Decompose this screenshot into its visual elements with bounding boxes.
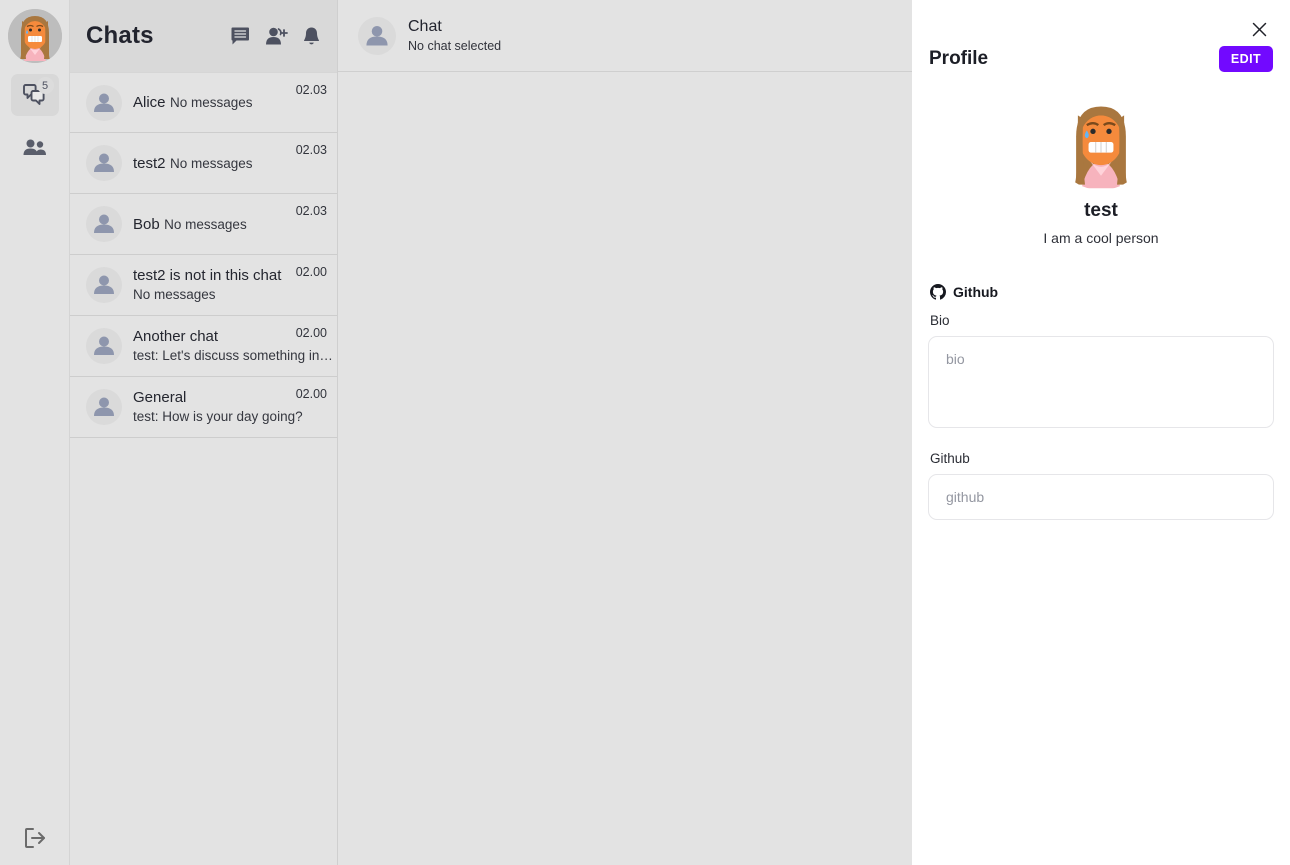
chat-time: 02.03	[295, 83, 327, 97]
chat-name: Alice	[133, 94, 166, 111]
profile-header: Profile EDIT	[928, 46, 1274, 72]
list-item[interactable]: General test: How is your day going? 02.…	[70, 377, 337, 438]
chat-preview: No messages	[133, 287, 216, 302]
profile-avatar-wrap	[928, 94, 1274, 190]
chat-time: 02.03	[295, 204, 327, 218]
close-profile-button[interactable]	[1248, 18, 1270, 40]
new-message-icon	[231, 27, 249, 45]
list-item-text: Another chat test: Let's discuss somethi…	[133, 327, 333, 365]
chat-time: 02.00	[295, 265, 327, 279]
list-item-text: Bob No messages	[133, 215, 285, 234]
edit-profile-button[interactable]: EDIT	[1218, 46, 1273, 72]
logout-button[interactable]	[0, 827, 69, 849]
bio-field-label: Bio	[930, 313, 950, 328]
avatar	[86, 145, 122, 181]
list-item[interactable]: test2 is not in this chat No messages 02…	[70, 255, 337, 316]
chat-list-header: Chats	[70, 0, 337, 72]
person-icon	[94, 214, 114, 233]
person-icon	[94, 275, 114, 294]
profile-avatar-image	[1074, 106, 1128, 189]
chat-time: 02.03	[295, 143, 327, 157]
chat-preview: No messages	[169, 155, 253, 171]
chat-list-panel: Chats Alice No messages 02.03 test2 No m…	[70, 0, 338, 865]
logout-icon	[24, 828, 45, 848]
list-item[interactable]: test2 No messages 02.03	[70, 133, 337, 194]
list-item[interactable]: Bob No messages 02.03	[70, 194, 337, 255]
contacts-icon	[23, 139, 46, 155]
list-item-text: General test: How is your day going?	[133, 388, 303, 426]
sidebar-item-chats[interactable]: 5	[10, 74, 59, 116]
avatar	[86, 389, 122, 425]
page-title: Chats	[86, 22, 154, 49]
avatar	[86, 328, 122, 364]
chats-unread-badge: 5	[36, 77, 54, 94]
chat-time: 02.00	[295, 387, 327, 401]
github-field-label: Github	[930, 451, 970, 466]
github-icon	[930, 284, 946, 300]
new-message-button[interactable]	[230, 26, 251, 46]
bio-field-group: Bio	[928, 313, 1274, 433]
list-item-text: Alice No messages	[133, 93, 285, 112]
chat-avatar	[358, 16, 396, 55]
sidebar-item-contacts[interactable]	[11, 127, 59, 169]
message-area	[338, 72, 912, 865]
profile-tagline: I am a cool person	[1043, 230, 1159, 246]
chat-name: Another chat	[133, 328, 219, 345]
chat-name: test2 is not in this chat	[133, 267, 282, 284]
close-icon	[1252, 22, 1266, 36]
profile-panel: Profile EDIT test I am a cool person Git…	[912, 0, 1290, 865]
github-section-header: Github	[928, 284, 1274, 300]
profile-title: Profile	[929, 48, 989, 69]
chat-name: test2	[133, 154, 166, 172]
user-avatar-image	[7, 9, 62, 63]
person-icon	[94, 153, 114, 172]
add-contact-icon	[266, 27, 288, 45]
chat-status: No chat selected	[408, 39, 502, 53]
avatar	[86, 84, 122, 121]
list-item[interactable]: Another chat test: Let's discuss somethi…	[70, 316, 337, 377]
chat-time: 02.00	[295, 326, 327, 340]
list-item[interactable]: Alice No messages 02.03	[70, 72, 337, 133]
chat-list[interactable]: Alice No messages 02.03 test2 No message…	[70, 72, 337, 865]
github-field-group: Github	[928, 451, 1274, 520]
person-icon	[94, 336, 114, 355]
person-icon	[366, 25, 388, 45]
list-item-text: test2 No messages	[133, 154, 285, 173]
github-section-label: Github	[953, 284, 999, 300]
notifications-icon	[304, 27, 319, 44]
github-input[interactable]	[928, 474, 1274, 520]
chat-preview: No messages	[164, 216, 247, 232]
profile-avatar[interactable]	[1053, 94, 1149, 190]
chat-name: General	[133, 389, 187, 406]
add-contact-button[interactable]	[265, 26, 288, 46]
chat-panel: Chat No chat selected	[338, 0, 912, 865]
bio-input[interactable]	[928, 336, 1274, 428]
avatar	[86, 206, 122, 242]
profile-name: test	[1084, 200, 1118, 221]
avatar	[86, 267, 122, 303]
notifications-button[interactable]	[302, 26, 321, 47]
chat-preview: test: Let's discuss something in…	[133, 348, 333, 363]
chat-list-header-actions	[230, 26, 321, 47]
person-icon	[94, 397, 114, 416]
chat-header-text: Chat No chat selected	[408, 17, 501, 54]
person-icon	[94, 93, 114, 112]
chat-title: Chat	[408, 18, 442, 35]
user-avatar[interactable]	[7, 9, 62, 63]
list-item-text: test2 is not in this chat No messages	[133, 266, 285, 304]
chat-app-window: 5 Chats Alice No messages 02.03 test2 No…	[0, 0, 1290, 865]
chat-name: Bob	[133, 215, 160, 233]
chat-panel-header: Chat No chat selected	[338, 0, 912, 72]
left-nav-rail: 5	[0, 0, 70, 865]
chat-preview: test: How is your day going?	[133, 409, 303, 424]
chat-preview: No messages	[169, 95, 253, 110]
